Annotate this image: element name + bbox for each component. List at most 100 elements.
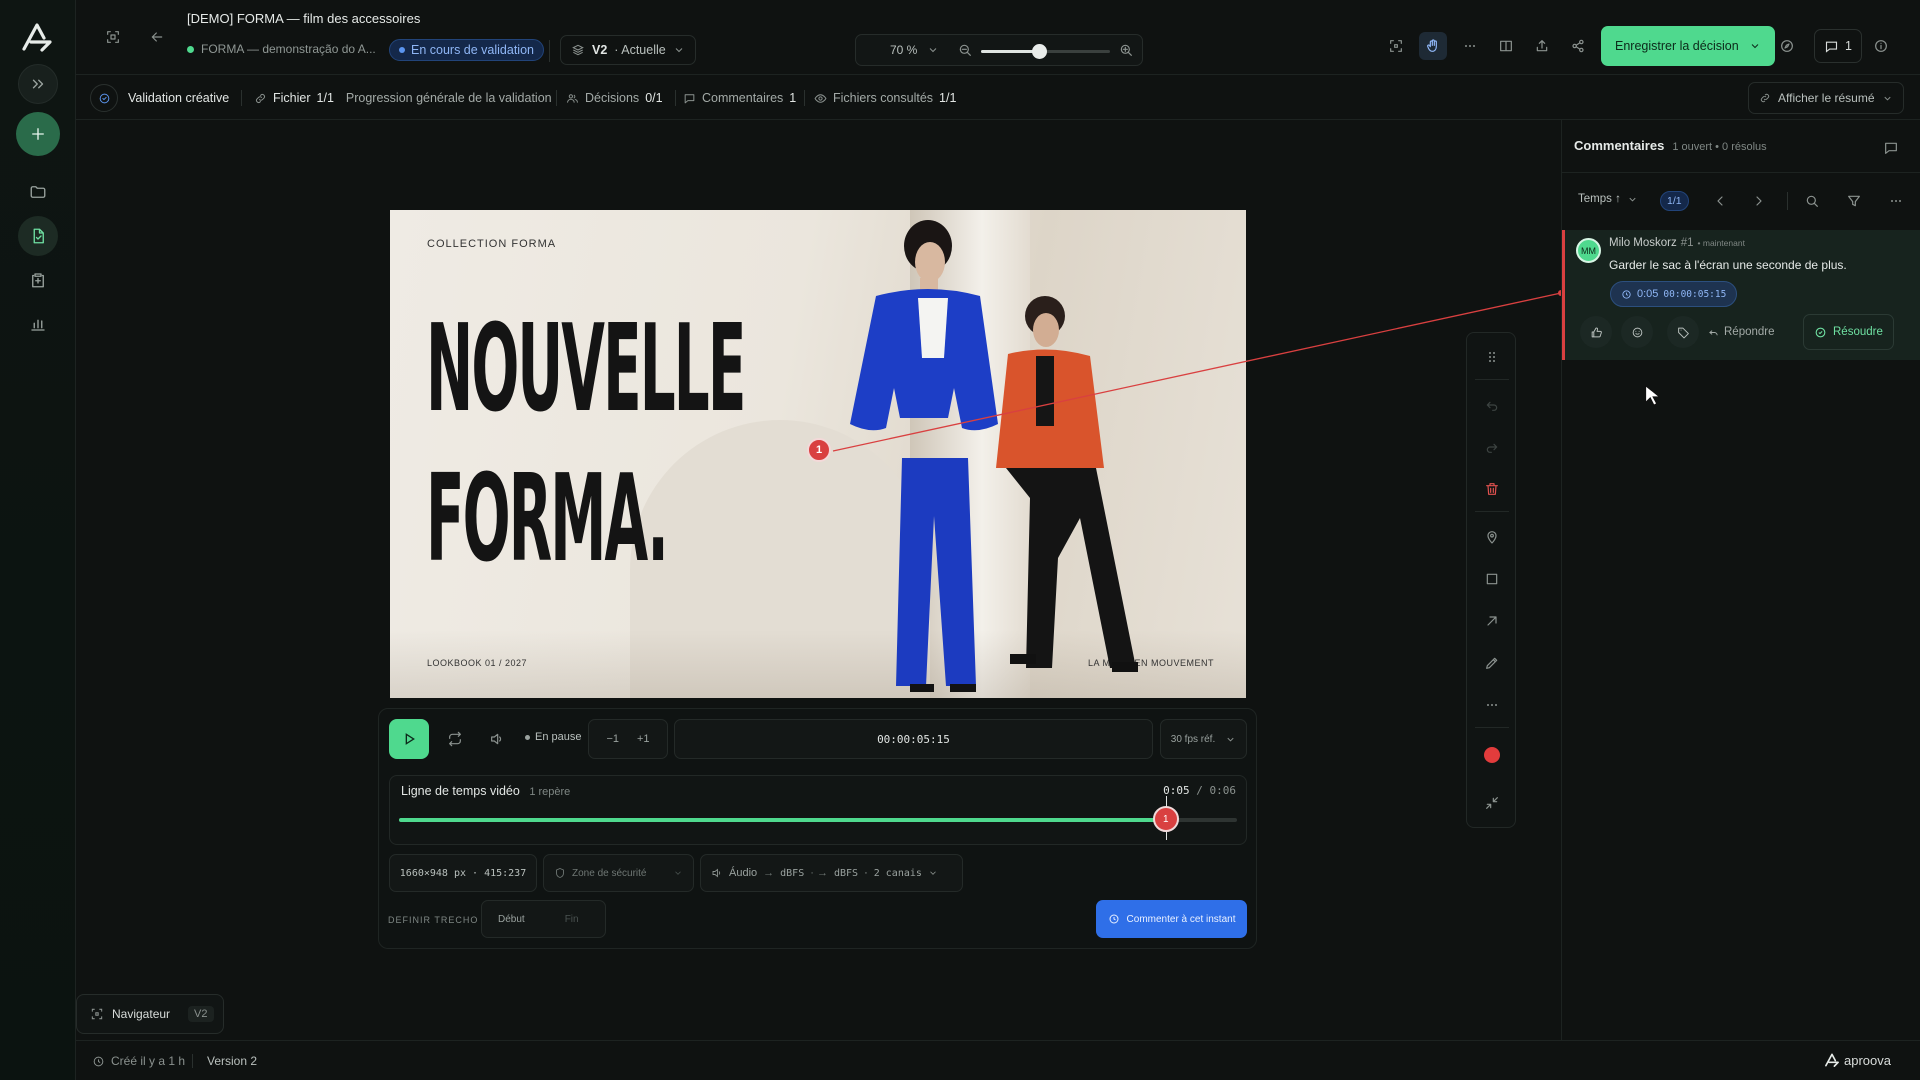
zoom-in-button[interactable] <box>1112 36 1140 64</box>
footer-brand[interactable]: aproova <box>1824 1052 1891 1068</box>
comments-header: Commentaires 1 ouvert • 0 résolus <box>1574 138 1767 153</box>
layers-icon <box>572 44 584 56</box>
comment-timestamp-chip[interactable]: 0:05 00:00:05:15 <box>1610 281 1738 307</box>
save-decision-label: Enregistrer la décision <box>1615 39 1739 53</box>
previous-comment-button[interactable] <box>1708 189 1732 213</box>
app-logo[interactable] <box>20 20 54 54</box>
safe-zone-select[interactable]: Zone de sécurité <box>543 854 694 892</box>
arrow-tool-button[interactable] <box>1480 609 1504 633</box>
play-icon <box>405 733 415 745</box>
react-button[interactable] <box>1621 316 1653 348</box>
audio-meter-select[interactable]: Áudio → dBFS · → dBFS · 2 canais <box>700 854 963 892</box>
tag-button[interactable] <box>1667 316 1699 348</box>
comments-toggle-button[interactable]: 1 <box>1814 29 1862 63</box>
version-select[interactable]: V2 · Actuelle <box>560 35 696 65</box>
zoom-slider-handle[interactable] <box>1032 44 1048 59</box>
comments-step[interactable]: Commentaires 1 <box>683 76 796 120</box>
validation-step[interactable]: Validation créative <box>90 76 229 120</box>
comments-more-button[interactable] <box>1884 189 1908 213</box>
playhead-marker[interactable]: 1 <box>1152 806 1179 832</box>
sort-select[interactable]: Temps ↑ <box>1578 193 1638 205</box>
created-label: Créé il y a 1 h <box>111 1054 186 1068</box>
show-summary-button[interactable]: Afficher le résumé <box>1748 82 1904 114</box>
step-forward-button[interactable]: +1 <box>637 733 650 745</box>
export-button[interactable] <box>1528 32 1556 60</box>
step-back-button[interactable]: −1 <box>606 733 619 745</box>
expand-sidebar-button[interactable] <box>18 64 58 104</box>
minimize-icon <box>1486 797 1498 809</box>
frame-select-button[interactable] <box>1382 32 1410 60</box>
chevron-down-icon <box>1629 197 1636 202</box>
reviews-nav-button[interactable] <box>18 260 58 300</box>
annotation-marker[interactable]: 1 <box>807 438 831 462</box>
play-button[interactable] <box>389 719 429 759</box>
comments-label: Commentaires <box>702 91 784 105</box>
upload-icon <box>1536 40 1548 52</box>
footer-brand-name: aproova <box>1844 1052 1891 1068</box>
zoom-slider[interactable] <box>981 44 1110 59</box>
timeline-title: Ligne de temps vidéo 1 repère <box>401 784 570 798</box>
reply-button[interactable]: Répondre <box>1708 316 1775 348</box>
filter-comments-button[interactable] <box>1842 189 1866 213</box>
timeline-title-label: Ligne de temps vidéo <box>401 784 520 798</box>
zoom-select[interactable]: 70 % <box>864 35 939 65</box>
create-button[interactable] <box>16 112 60 156</box>
message-square-icon <box>1825 41 1838 53</box>
compare-view-button[interactable] <box>1492 32 1520 60</box>
pin-tool-button[interactable] <box>1480 525 1504 549</box>
mute-button[interactable] <box>485 727 509 751</box>
zoom-out-button[interactable] <box>951 36 979 64</box>
decisions-step[interactable]: Décisions 0/1 <box>566 76 663 120</box>
loop-button[interactable] <box>443 727 467 751</box>
arrow-left-icon <box>151 32 163 42</box>
more-options-button[interactable] <box>1456 32 1484 60</box>
redo-button[interactable] <box>1480 435 1504 459</box>
next-comment-button[interactable] <box>1747 189 1771 213</box>
back-button[interactable] <box>143 23 171 51</box>
progress-label: Progression générale de la validation <box>345 91 552 105</box>
rectangle-tool-button[interactable] <box>1480 567 1504 591</box>
right-channel-icon: · → <box>810 867 828 879</box>
project-link[interactable]: FORMA — demonstração do A... <box>187 42 376 56</box>
chevron-down-icon <box>930 48 937 53</box>
more-tools-button[interactable] <box>1480 693 1504 717</box>
arrow-up-right-icon <box>1487 616 1497 626</box>
pen-tool-button[interactable] <box>1480 651 1504 675</box>
drag-handle-icon[interactable] <box>1480 345 1504 369</box>
range-end-input[interactable]: Fin <box>565 914 579 925</box>
media-preview[interactable]: COLLECTION FORMA NOUVELLE FORMA. LOOKBOO… <box>390 210 1246 698</box>
files-nav-button[interactable] <box>18 216 58 256</box>
search-comments-button[interactable] <box>1800 189 1824 213</box>
pan-tool-button[interactable] <box>1419 32 1447 60</box>
comment-meta: Milo Moskorz #1 • maintenant <box>1609 237 1745 249</box>
comment-card[interactable]: MM Milo Moskorz #1 • maintenant Garder l… <box>1562 230 1920 360</box>
analytics-nav-button[interactable] <box>18 304 58 344</box>
delete-button[interactable] <box>1480 477 1504 501</box>
navigator-button[interactable]: Navigateur V2 <box>76 994 224 1034</box>
fps-select[interactable]: 30 fps réf. <box>1160 719 1247 759</box>
undo-button[interactable] <box>1480 393 1504 417</box>
chevron-down-icon <box>1227 737 1234 742</box>
comment-number: #1 <box>1680 237 1694 249</box>
share-button[interactable] <box>1564 32 1592 60</box>
focus-mode-button[interactable] <box>99 23 127 51</box>
viewed-step[interactable]: Fichiers consultés 1/1 <box>814 76 956 120</box>
resolve-button[interactable]: Résoudre <box>1803 314 1894 350</box>
ai-assist-button[interactable] <box>1773 32 1801 60</box>
zoom-group: 70 % <box>855 34 1143 66</box>
color-picker-button[interactable] <box>1484 747 1500 763</box>
comment-at-time-button[interactable]: Commenter à cet instant <box>1096 900 1247 938</box>
range-start-input[interactable]: Début <box>498 914 525 925</box>
save-decision-button[interactable]: Enregistrer la décision <box>1601 26 1775 66</box>
timecode-display[interactable]: 00:00:05:15 <box>674 719 1153 759</box>
audio-label: Áudio <box>729 867 758 879</box>
timeline-track[interactable]: 1 <box>399 796 1237 840</box>
collapse-toolbar-button[interactable] <box>1480 791 1504 815</box>
info-icon <box>1875 40 1887 52</box>
new-comment-button[interactable] <box>1879 136 1903 160</box>
folder-nav-button[interactable] <box>18 172 58 212</box>
info-button[interactable] <box>1867 32 1895 60</box>
file-step[interactable]: Fichier 1/1 Progression générale de la v… <box>254 76 552 120</box>
zoom-slider-fill <box>981 50 1040 53</box>
like-button[interactable] <box>1580 316 1612 348</box>
